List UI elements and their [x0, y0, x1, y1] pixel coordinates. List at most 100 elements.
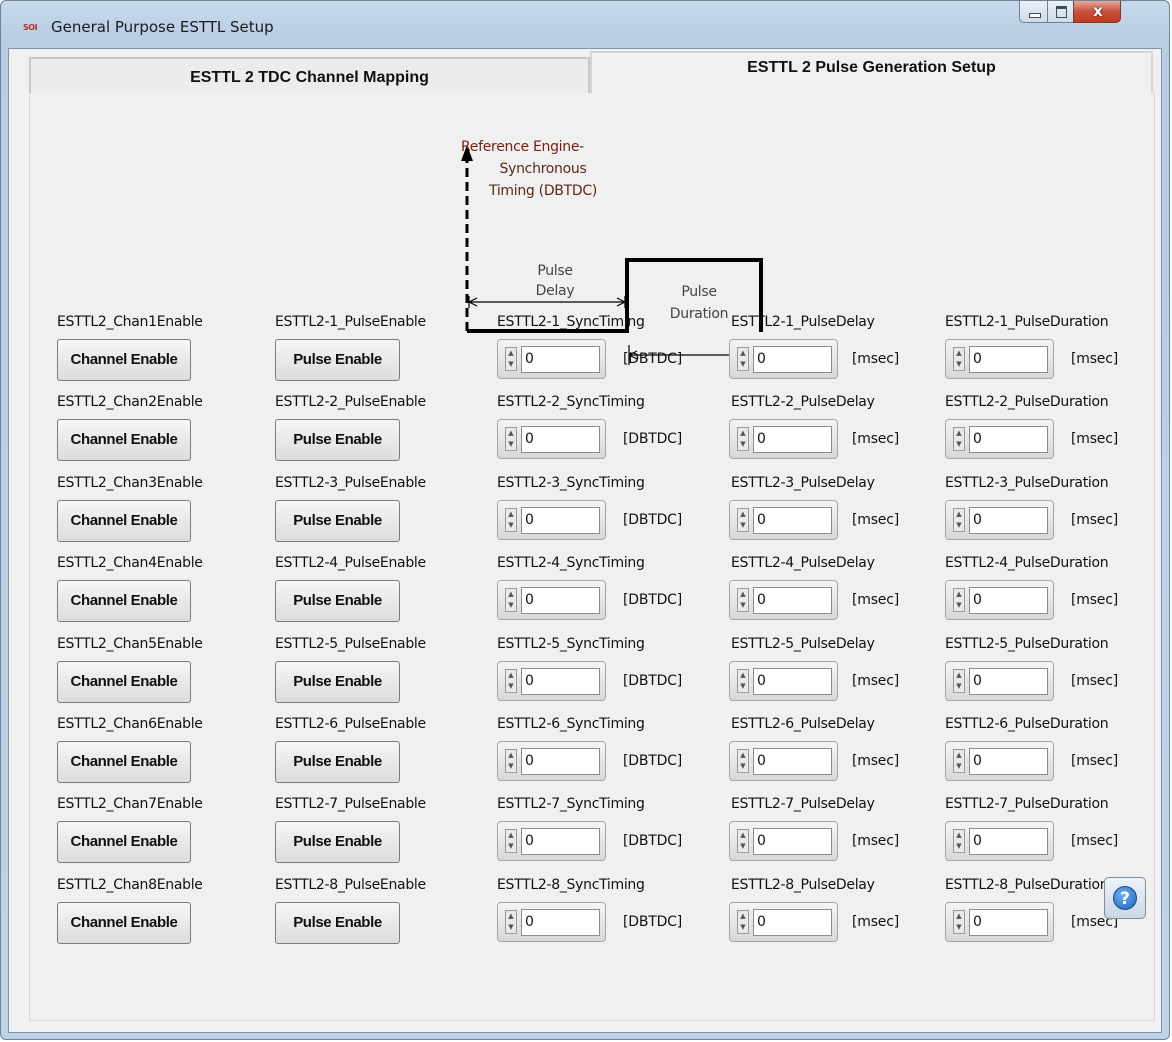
sync-timing-input[interactable]: 0: [521, 587, 600, 614]
spin-down-icon[interactable]: ▼: [954, 681, 964, 692]
spinner-arrows-icon[interactable]: ▲ ▼: [953, 427, 965, 451]
spin-up-icon[interactable]: ▲: [738, 509, 748, 520]
spinner-arrows-icon[interactable]: ▲ ▼: [505, 669, 517, 693]
spin-up-icon[interactable]: ▲: [506, 428, 516, 439]
title-bar[interactable]: SOI General Purpose ESTTL Setup x: [1, 1, 1169, 47]
spinner-arrows-icon[interactable]: ▲ ▼: [953, 669, 965, 693]
spinner-arrows-icon[interactable]: ▲ ▼: [505, 347, 517, 371]
spinner-arrows-icon[interactable]: ▲ ▼: [505, 829, 517, 853]
spinner-arrows-icon[interactable]: ▲ ▼: [737, 588, 749, 612]
spinner-arrows-icon[interactable]: ▲ ▼: [953, 588, 965, 612]
close-button[interactable]: x: [1073, 1, 1121, 23]
spin-down-icon[interactable]: ▼: [738, 922, 748, 933]
spin-up-icon[interactable]: ▲: [506, 348, 516, 359]
spin-down-icon[interactable]: ▼: [738, 439, 748, 450]
spin-up-icon[interactable]: ▲: [506, 589, 516, 600]
pulse-duration-input[interactable]: 0: [969, 346, 1048, 373]
spin-down-icon[interactable]: ▼: [506, 841, 516, 852]
channel-enable-button[interactable]: Channel Enable: [57, 902, 191, 944]
spinner-arrows-icon[interactable]: ▲ ▼: [737, 669, 749, 693]
spin-up-icon[interactable]: ▲: [738, 911, 748, 922]
spin-down-icon[interactable]: ▼: [738, 681, 748, 692]
spin-up-icon[interactable]: ▲: [954, 911, 964, 922]
pulse-delay-input[interactable]: 0: [753, 587, 832, 614]
spin-down-icon[interactable]: ▼: [954, 761, 964, 772]
pulse-delay-input[interactable]: 0: [753, 748, 832, 775]
spin-up-icon[interactable]: ▲: [506, 830, 516, 841]
pulse-duration-input[interactable]: 0: [969, 426, 1048, 453]
channel-enable-button[interactable]: Channel Enable: [57, 821, 191, 863]
spin-down-icon[interactable]: ▼: [506, 681, 516, 692]
spin-up-icon[interactable]: ▲: [954, 750, 964, 761]
pulse-duration-input[interactable]: 0: [969, 909, 1048, 936]
spin-up-icon[interactable]: ▲: [506, 670, 516, 681]
channel-enable-button[interactable]: Channel Enable: [57, 580, 191, 622]
spin-up-icon[interactable]: ▲: [738, 670, 748, 681]
tab-pulse-generation-setup[interactable]: ESTTL 2 Pulse Generation Setup: [590, 51, 1153, 95]
pulse-delay-input[interactable]: 0: [753, 828, 832, 855]
sync-timing-input[interactable]: 0: [521, 346, 600, 373]
spinner-arrows-icon[interactable]: ▲ ▼: [737, 829, 749, 853]
spin-up-icon[interactable]: ▲: [954, 428, 964, 439]
spin-up-icon[interactable]: ▲: [954, 830, 964, 841]
pulse-duration-input[interactable]: 0: [969, 748, 1048, 775]
spinner-arrows-icon[interactable]: ▲ ▼: [505, 588, 517, 612]
spin-down-icon[interactable]: ▼: [954, 439, 964, 450]
sync-timing-input[interactable]: 0: [521, 668, 600, 695]
spinner-arrows-icon[interactable]: ▲ ▼: [953, 508, 965, 532]
spinner-arrows-icon[interactable]: ▲ ▼: [737, 427, 749, 451]
spin-up-icon[interactable]: ▲: [738, 750, 748, 761]
sync-timing-input[interactable]: 0: [521, 828, 600, 855]
spin-down-icon[interactable]: ▼: [954, 600, 964, 611]
sync-timing-input[interactable]: 0: [521, 507, 600, 534]
help-button[interactable]: ?: [1104, 877, 1146, 919]
pulse-duration-input[interactable]: 0: [969, 668, 1048, 695]
sync-timing-input[interactable]: 0: [521, 748, 600, 775]
spin-down-icon[interactable]: ▼: [506, 922, 516, 933]
spin-up-icon[interactable]: ▲: [738, 830, 748, 841]
channel-enable-button[interactable]: Channel Enable: [57, 419, 191, 461]
spin-up-icon[interactable]: ▲: [738, 428, 748, 439]
sync-timing-input[interactable]: 0: [521, 909, 600, 936]
pulse-delay-input[interactable]: 0: [753, 909, 832, 936]
pulse-enable-button[interactable]: Pulse Enable: [275, 500, 400, 542]
channel-enable-button[interactable]: Channel Enable: [57, 741, 191, 783]
spin-down-icon[interactable]: ▼: [506, 439, 516, 450]
spin-up-icon[interactable]: ▲: [506, 750, 516, 761]
pulse-duration-input[interactable]: 0: [969, 587, 1048, 614]
pulse-enable-button[interactable]: Pulse Enable: [275, 902, 400, 944]
pulse-enable-button[interactable]: Pulse Enable: [275, 419, 400, 461]
spin-down-icon[interactable]: ▼: [506, 600, 516, 611]
spinner-arrows-icon[interactable]: ▲ ▼: [737, 749, 749, 773]
spinner-arrows-icon[interactable]: ▲ ▼: [953, 749, 965, 773]
channel-enable-button[interactable]: Channel Enable: [57, 661, 191, 703]
spinner-arrows-icon[interactable]: ▲ ▼: [505, 749, 517, 773]
pulse-delay-input[interactable]: 0: [753, 426, 832, 453]
spin-down-icon[interactable]: ▼: [954, 359, 964, 370]
pulse-delay-input[interactable]: 0: [753, 668, 832, 695]
spin-down-icon[interactable]: ▼: [738, 359, 748, 370]
minimize-button[interactable]: [1019, 1, 1048, 23]
spin-down-icon[interactable]: ▼: [954, 922, 964, 933]
spin-down-icon[interactable]: ▼: [738, 761, 748, 772]
pulse-enable-button[interactable]: Pulse Enable: [275, 580, 400, 622]
tab-channel-mapping[interactable]: ESTTL 2 TDC Channel Mapping: [29, 57, 590, 94]
spin-down-icon[interactable]: ▼: [954, 520, 964, 531]
spin-up-icon[interactable]: ▲: [954, 509, 964, 520]
spinner-arrows-icon[interactable]: ▲ ▼: [505, 508, 517, 532]
spinner-arrows-icon[interactable]: ▲ ▼: [953, 829, 965, 853]
spin-up-icon[interactable]: ▲: [738, 589, 748, 600]
spinner-arrows-icon[interactable]: ▲ ▼: [737, 347, 749, 371]
maximize-button[interactable]: [1047, 1, 1074, 23]
sync-timing-input[interactable]: 0: [521, 426, 600, 453]
spin-down-icon[interactable]: ▼: [738, 841, 748, 852]
spin-up-icon[interactable]: ▲: [506, 911, 516, 922]
spinner-arrows-icon[interactable]: ▲ ▼: [737, 910, 749, 934]
pulse-delay-input[interactable]: 0: [753, 507, 832, 534]
pulse-enable-button[interactable]: Pulse Enable: [275, 741, 400, 783]
spin-down-icon[interactable]: ▼: [954, 841, 964, 852]
spin-up-icon[interactable]: ▲: [954, 348, 964, 359]
spin-down-icon[interactable]: ▼: [738, 520, 748, 531]
spin-down-icon[interactable]: ▼: [506, 520, 516, 531]
spinner-arrows-icon[interactable]: ▲ ▼: [505, 427, 517, 451]
